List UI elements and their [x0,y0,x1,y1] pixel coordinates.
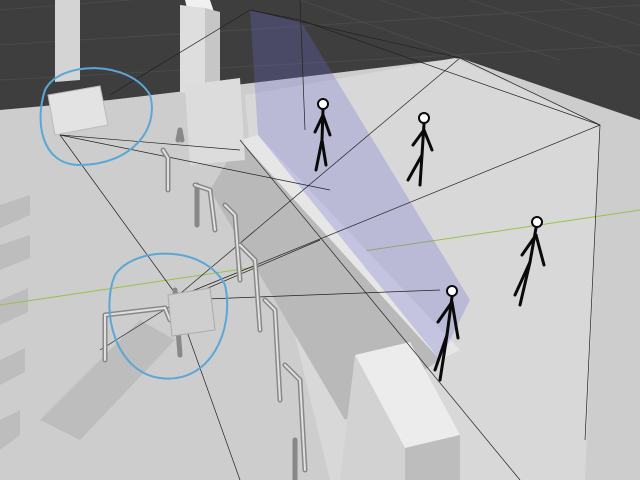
camera-middle-left-body[interactable] [167,287,216,337]
block-base [185,78,245,165]
3d-viewport[interactable] [0,0,640,480]
scene-canvas[interactable] [0,0,640,480]
